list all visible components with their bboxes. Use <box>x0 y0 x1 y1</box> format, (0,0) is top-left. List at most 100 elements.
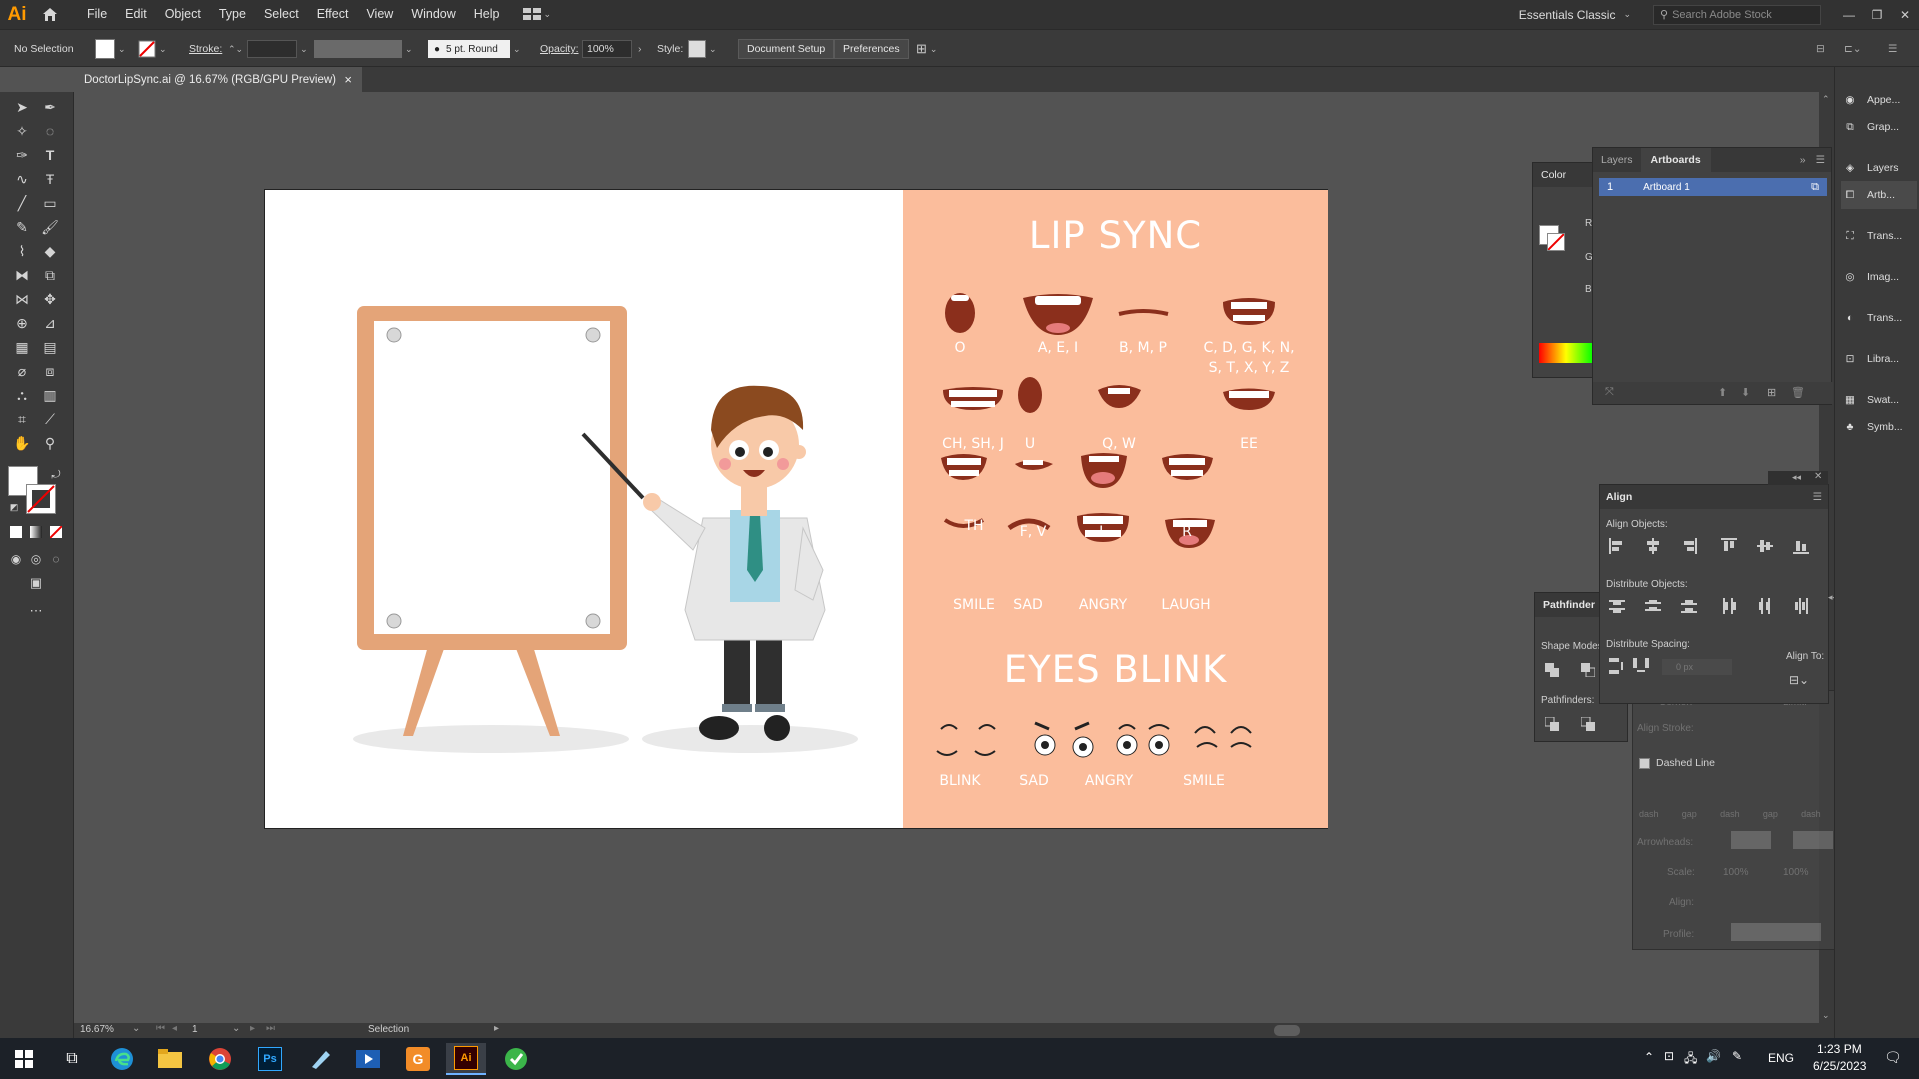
panel-options-icon[interactable]: ⊟ <box>1816 39 1825 59</box>
column-graph-icon[interactable]: ▥ <box>38 384 62 406</box>
rearrange-icon[interactable]: ⤧ <box>1605 386 1614 399</box>
paintbrush-icon[interactable]: 🖌 <box>38 216 62 238</box>
artboard-number[interactable]: 1 <box>192 1024 198 1035</box>
eraser-icon[interactable]: ◆ <box>38 240 62 262</box>
touch-type-icon[interactable]: Ŧ <box>38 168 62 190</box>
gradient-tool-icon[interactable]: ▤ <box>38 336 62 358</box>
lasso-tool-icon[interactable]: ◌ <box>38 120 62 142</box>
magic-wand-icon[interactable]: ✧ <box>10 120 34 142</box>
home-icon[interactable] <box>34 0 66 29</box>
chrome-icon[interactable] <box>200 1043 240 1075</box>
stroke-weight-stepper[interactable]: ⌃⌄ ⌄ <box>228 39 308 59</box>
arrange-documents-icon[interactable]: ⌄ <box>522 8 551 21</box>
horizontal-scrollbar[interactable] <box>514 1025 1814 1036</box>
color-spectrum[interactable] <box>1539 343 1593 363</box>
stroke-color-box[interactable] <box>26 484 56 514</box>
next-artboard-icon[interactable]: ▸ <box>250 1023 255 1034</box>
distribute-right-icon[interactable] <box>1792 597 1810 615</box>
align-to-selection-icon[interactable]: ⊟⌄ <box>1789 671 1809 689</box>
collapse-panel-icon[interactable]: » <box>1800 154 1806 166</box>
distribute-vertical-center-icon[interactable] <box>1644 597 1662 615</box>
align-left-icon[interactable] <box>1608 537 1626 555</box>
vertical-distribute-space-icon[interactable] <box>1608 657 1626 675</box>
tab-artboards[interactable]: Artboards <box>1640 148 1711 172</box>
notifications-icon[interactable]: 🗨 <box>1884 1049 1902 1066</box>
distribute-horizontal-center-icon[interactable] <box>1756 597 1774 615</box>
dock-appearance[interactable]: ◉ Appe... <box>1841 86 1917 114</box>
delete-artboard-icon[interactable]: 🗑 <box>1791 386 1805 399</box>
pathfinder-title[interactable]: Pathfinder <box>1543 599 1595 611</box>
artboard-canvas[interactable]: LIP SYNC O A, E, I B, M, P C, D, G, K, N… <box>264 189 1328 829</box>
fill-swatch[interactable]: ⌄ <box>95 39 126 59</box>
anchor-pen-icon[interactable]: ✑ <box>10 144 34 166</box>
workspace-switcher[interactable]: Essentials Classic ⌄ <box>1519 8 1631 22</box>
status-arrow-icon[interactable]: ▸ <box>494 1023 499 1034</box>
color-mode-icon[interactable] <box>10 526 22 538</box>
clock-time[interactable]: 1:23 PM <box>1817 1042 1862 1056</box>
dock-graphic-styles[interactable]: ⧉ Grap... <box>1841 113 1917 141</box>
search-stock-field[interactable]: ⚲ Search Adobe Stock <box>1653 4 1821 25</box>
artboard-dropdown-icon[interactable]: ⌄ <box>232 1023 240 1034</box>
align-horizontal-center-icon[interactable] <box>1644 537 1662 555</box>
minus-front-icon[interactable] <box>1579 661 1597 679</box>
perspective-grid-icon[interactable]: ⊿ <box>38 312 62 334</box>
arrange-icon[interactable]: ⊞ ⌄ <box>916 39 937 59</box>
minimize-icon[interactable]: — <box>1835 0 1863 29</box>
app-green-icon[interactable] <box>496 1043 536 1075</box>
menu-select[interactable]: Select <box>255 0 308 29</box>
brush-definition[interactable]: ● 5 pt. Round ⌄ <box>428 39 521 59</box>
tray-chevron-icon[interactable]: ⌃ <box>1644 1050 1654 1064</box>
artboard-row[interactable]: 1 Artboard 1 ⧉ <box>1599 178 1827 196</box>
arrowhead-start-select[interactable] <box>1731 831 1771 849</box>
variable-width-profile[interactable]: ⌄ <box>314 39 413 59</box>
document-setup-button[interactable]: Document Setup <box>738 39 835 59</box>
shape-builder-icon[interactable]: ⊕ <box>10 312 34 334</box>
blend-tool-icon[interactable]: ⧈ <box>38 360 62 382</box>
close-window-icon[interactable]: ✕ <box>1891 0 1919 29</box>
scroll-thumb[interactable] <box>1274 1025 1300 1036</box>
windows-start-icon[interactable] <box>4 1043 44 1075</box>
dock-swatches[interactable]: ▦ Swat... <box>1841 386 1917 414</box>
spacing-field[interactable]: 0 px <box>1662 659 1732 675</box>
stroke-swatch[interactable]: ⌄ <box>138 39 167 59</box>
width-tool-icon[interactable]: ⋈ <box>10 288 34 310</box>
opacity-field[interactable]: 100% › <box>582 39 642 59</box>
type-tool-icon[interactable]: T <box>38 144 62 166</box>
artboard-options-icon[interactable]: ⧉ <box>1811 181 1819 194</box>
menu-help[interactable]: Help <box>465 0 509 29</box>
preferences-button[interactable]: Preferences <box>834 39 909 59</box>
menu-file[interactable]: File <box>78 0 116 29</box>
tab-layers[interactable]: Layers <box>1593 154 1641 166</box>
dock-libraries[interactable]: ⊡ Libra... <box>1841 345 1917 373</box>
swap-colors-icon[interactable]: ⤾ <box>44 464 68 486</box>
illustrator-taskbar-icon[interactable]: Ai <box>446 1043 486 1075</box>
volume-icon[interactable]: 🔊 <box>1706 1049 1721 1063</box>
default-colors-icon[interactable]: ◩ <box>2 496 26 518</box>
distribute-left-icon[interactable] <box>1720 597 1738 615</box>
symbol-sprayer-icon[interactable]: ⛬ <box>10 384 34 406</box>
pen-tool-icon[interactable]: ✒ <box>38 96 62 118</box>
trim-icon[interactable] <box>1579 715 1597 733</box>
dock-symbols[interactable]: ♣ Symb... <box>1841 413 1917 441</box>
task-view-icon[interactable]: ⧉ <box>52 1043 92 1075</box>
slice-tool-icon[interactable]: ⟋ <box>38 408 62 430</box>
align-top-icon[interactable] <box>1720 537 1738 555</box>
dashed-line-checkbox[interactable]: Dashed Line <box>1639 757 1715 769</box>
file-explorer-icon[interactable] <box>150 1043 190 1075</box>
align-panel-title[interactable]: Align <box>1606 491 1632 503</box>
menu-object[interactable]: Object <box>156 0 210 29</box>
chevron-right-icon[interactable]: › <box>638 43 642 55</box>
zoom-level[interactable]: 16.67% <box>80 1024 114 1035</box>
mesh-tool-icon[interactable]: ▦ <box>10 336 34 358</box>
zoom-dropdown-icon[interactable]: ⌄ <box>132 1023 140 1034</box>
shaper-tool-icon[interactable]: ✎ <box>10 216 34 238</box>
stroke-none-widget[interactable] <box>1547 233 1565 251</box>
style-swatch[interactable]: ⌄ <box>688 39 717 59</box>
dock-transform[interactable]: ⛶ Trans... <box>1841 222 1917 250</box>
menu-view[interactable]: View <box>357 0 402 29</box>
menu-type[interactable]: Type <box>210 0 255 29</box>
edit-toolbar-icon[interactable]: ⋯ <box>24 600 48 622</box>
opacity-label[interactable]: Opacity: <box>540 39 579 59</box>
dock-layers[interactable]: ◈ Layers <box>1841 154 1917 182</box>
close-panel-icon[interactable]: ✕ <box>1814 471 1822 482</box>
